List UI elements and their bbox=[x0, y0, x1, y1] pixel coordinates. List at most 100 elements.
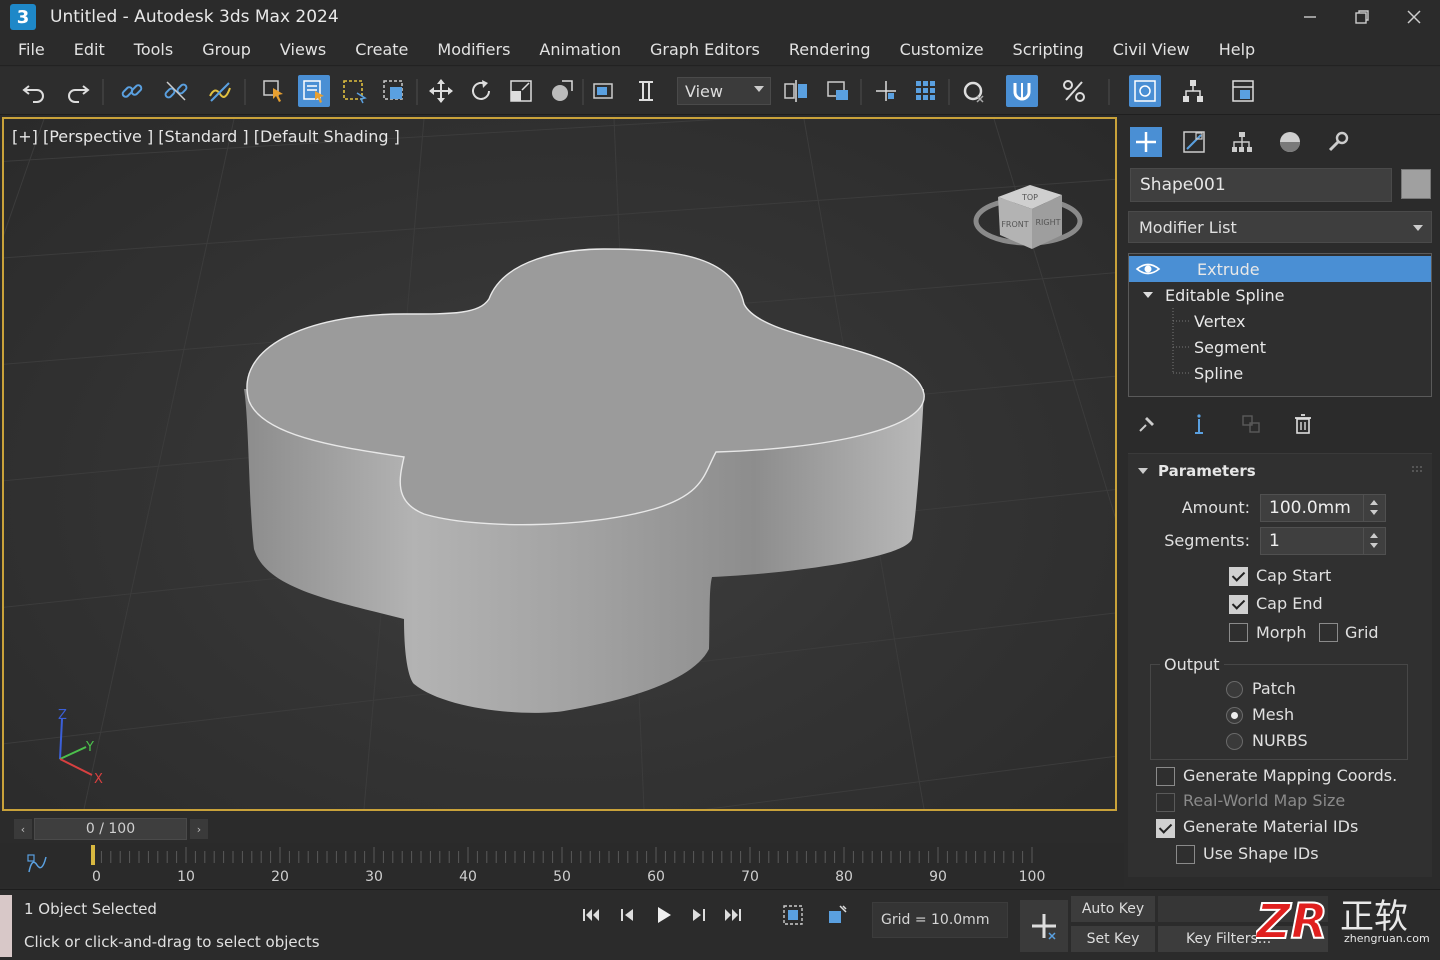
collapse-caret-icon[interactable] bbox=[1138, 468, 1148, 474]
menu-customize[interactable]: Customize bbox=[900, 40, 984, 59]
add-key-button[interactable] bbox=[1020, 900, 1068, 952]
select-by-name-button[interactable] bbox=[298, 75, 330, 107]
tab-utilities[interactable] bbox=[1322, 127, 1354, 157]
time-next-button[interactable]: › bbox=[190, 819, 208, 839]
scene-explorer-button[interactable] bbox=[1129, 75, 1161, 107]
close-button[interactable] bbox=[1388, 0, 1440, 34]
use-shape-ids-checkbox[interactable] bbox=[1176, 845, 1195, 864]
percent-snap-active-button[interactable] bbox=[1006, 75, 1038, 107]
maxscript-listener-strip[interactable] bbox=[0, 895, 12, 957]
morph-checkbox[interactable] bbox=[1229, 623, 1248, 642]
remove-modifier-button[interactable] bbox=[1288, 409, 1318, 439]
cap-end-checkbox[interactable] bbox=[1229, 595, 1248, 614]
viewcube-right-label[interactable]: RIGHT bbox=[1035, 218, 1060, 227]
isolate-selection-button[interactable] bbox=[780, 902, 806, 928]
menu-file[interactable]: File bbox=[18, 40, 45, 59]
snaps-toggle-button[interactable] bbox=[870, 75, 902, 107]
select-and-link-button[interactable] bbox=[116, 75, 148, 107]
material-editor-button[interactable] bbox=[1227, 75, 1259, 107]
tab-create[interactable] bbox=[1130, 127, 1162, 157]
menu-views[interactable]: Views bbox=[280, 40, 326, 59]
window-crossing-button[interactable] bbox=[378, 75, 410, 107]
menu-group[interactable]: Group bbox=[202, 40, 251, 59]
unlink-selection-button[interactable] bbox=[160, 75, 192, 107]
play-button[interactable] bbox=[650, 902, 676, 928]
set-key-button[interactable]: Set Key bbox=[1071, 926, 1155, 952]
curve-editor-icon[interactable] bbox=[26, 853, 48, 875]
viewport-label[interactable]: [+] [Perspective ] [Standard ] [Default … bbox=[12, 127, 400, 146]
menu-rendering[interactable]: Rendering bbox=[789, 40, 871, 59]
modifier-list-dropdown[interactable]: Modifier List bbox=[1128, 211, 1432, 243]
show-end-result-button[interactable] bbox=[1184, 409, 1214, 439]
restore-button[interactable] bbox=[1336, 0, 1388, 34]
selection-region-button[interactable] bbox=[338, 75, 370, 107]
bind-to-space-warp-button[interactable] bbox=[204, 75, 236, 107]
object-name-field[interactable]: Shape001 bbox=[1130, 168, 1392, 202]
real-world-map-checkbox[interactable] bbox=[1156, 793, 1175, 812]
rollout-grip-icon[interactable] bbox=[1412, 466, 1422, 476]
time-prev-button[interactable]: ‹ bbox=[14, 819, 32, 839]
modifier-stack[interactable]: Extrude Editable Spline Vertex Segment S… bbox=[1128, 253, 1432, 397]
current-frame-marker[interactable] bbox=[91, 845, 95, 865]
redo-button[interactable] bbox=[62, 75, 94, 107]
grid-checkbox[interactable] bbox=[1319, 623, 1338, 642]
time-slider[interactable]: ‹ 0 / 100 › bbox=[0, 815, 1124, 843]
track-bar[interactable]: 0 10 20 30 40 50 60 70 80 90 100 bbox=[0, 843, 1124, 887]
output-mesh-radio[interactable] bbox=[1226, 707, 1243, 724]
viewcube-top-label[interactable]: TOP bbox=[1021, 193, 1038, 202]
select-and-move-button[interactable] bbox=[425, 75, 457, 107]
spinner-arrows[interactable] bbox=[1363, 495, 1385, 521]
select-and-place-button[interactable] bbox=[545, 75, 577, 107]
perspective-viewport[interactable]: [+] [Perspective ] [Standard ] [Default … bbox=[2, 117, 1117, 811]
menu-civil-view[interactable]: Civil View bbox=[1113, 40, 1190, 59]
frame-ruler[interactable]: 0 10 20 30 40 50 60 70 80 90 100 bbox=[90, 843, 1120, 887]
time-slider-thumb[interactable]: 0 / 100 bbox=[34, 818, 187, 840]
undo-button[interactable] bbox=[18, 75, 50, 107]
viewcube-front-label[interactable]: FRONT bbox=[1001, 220, 1028, 229]
object-color-swatch[interactable] bbox=[1401, 169, 1431, 199]
schematic-view-button[interactable] bbox=[1177, 75, 1209, 107]
cap-start-checkbox[interactable] bbox=[1229, 567, 1248, 586]
pin-stack-button[interactable] bbox=[1132, 409, 1162, 439]
previous-frame-button[interactable] bbox=[614, 902, 640, 928]
select-and-rotate-button[interactable] bbox=[465, 75, 497, 107]
angle-snap-button[interactable] bbox=[958, 75, 990, 107]
percent-snap-button[interactable] bbox=[1058, 75, 1090, 107]
parameters-rollout-header[interactable]: Parameters bbox=[1128, 454, 1432, 488]
expand-caret-icon[interactable] bbox=[1143, 292, 1153, 298]
auto-key-button[interactable]: Auto Key bbox=[1071, 896, 1155, 922]
viewcube[interactable]: TOP FRONT RIGHT bbox=[972, 155, 1084, 255]
menu-modifiers[interactable]: Modifiers bbox=[437, 40, 510, 59]
tab-hierarchy[interactable] bbox=[1226, 127, 1258, 157]
stack-item-extrude[interactable]: Extrude bbox=[1129, 256, 1431, 282]
grid-snap-button[interactable] bbox=[910, 75, 942, 107]
reference-coord-dropdown[interactable]: View bbox=[677, 77, 771, 105]
spinner-arrows[interactable] bbox=[1363, 528, 1385, 554]
generate-mapping-checkbox[interactable] bbox=[1156, 767, 1175, 786]
align-button[interactable] bbox=[822, 75, 854, 107]
menu-edit[interactable]: Edit bbox=[74, 40, 105, 59]
menu-graph-editors[interactable]: Graph Editors bbox=[650, 40, 760, 59]
mirror-button[interactable] bbox=[780, 75, 812, 107]
menu-animation[interactable]: Animation bbox=[539, 40, 621, 59]
go-to-start-button[interactable] bbox=[578, 902, 604, 928]
reference-coord-button[interactable] bbox=[588, 75, 620, 107]
select-and-scale-button[interactable] bbox=[505, 75, 537, 107]
menu-create[interactable]: Create bbox=[355, 40, 408, 59]
menu-help[interactable]: Help bbox=[1219, 40, 1255, 59]
next-frame-button[interactable] bbox=[686, 902, 712, 928]
tab-display[interactable] bbox=[1274, 127, 1306, 157]
selection-lock-button[interactable] bbox=[824, 902, 850, 928]
stack-item-editable-spline[interactable]: Editable Spline bbox=[1129, 282, 1431, 308]
make-unique-button[interactable] bbox=[1236, 409, 1266, 439]
tab-modify[interactable] bbox=[1178, 127, 1210, 157]
output-patch-radio[interactable] bbox=[1226, 681, 1243, 698]
minimize-button[interactable] bbox=[1284, 0, 1336, 34]
extruded-shape-object[interactable] bbox=[4, 119, 1115, 809]
generate-material-ids-checkbox[interactable] bbox=[1156, 819, 1175, 838]
amount-spinner[interactable]: 100.0mm bbox=[1260, 494, 1386, 522]
eye-icon[interactable] bbox=[1135, 260, 1161, 278]
output-nurbs-radio[interactable] bbox=[1226, 733, 1243, 750]
go-to-end-button[interactable] bbox=[720, 902, 746, 928]
menu-scripting[interactable]: Scripting bbox=[1013, 40, 1084, 59]
